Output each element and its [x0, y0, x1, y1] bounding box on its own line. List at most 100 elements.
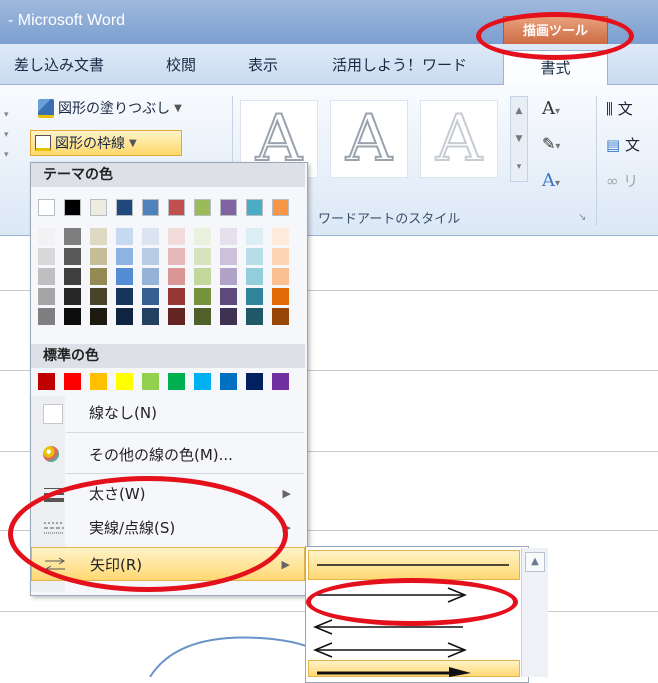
- theme-shade-swatch[interactable]: [142, 228, 159, 245]
- standard-color-swatch[interactable]: [38, 373, 55, 390]
- tab-view[interactable]: 表示: [248, 54, 278, 75]
- theme-shade-swatch[interactable]: [142, 268, 159, 285]
- theme-shade-swatch[interactable]: [194, 228, 211, 245]
- theme-shade-swatch[interactable]: [90, 268, 107, 285]
- theme-shade-swatch[interactable]: [168, 308, 185, 325]
- theme-shade-swatch[interactable]: [64, 308, 81, 325]
- standard-color-swatch[interactable]: [194, 373, 211, 390]
- shape-fill-label: 図形の塗りつぶし: [58, 101, 171, 117]
- standard-color-swatch[interactable]: [246, 373, 263, 390]
- annotation-ellipse-line-options: [8, 476, 288, 592]
- theme-shade-swatch[interactable]: [90, 228, 107, 245]
- theme-shade-swatch[interactable]: [142, 248, 159, 265]
- theme-shade-swatch[interactable]: [64, 248, 81, 265]
- theme-shade-swatch[interactable]: [168, 228, 185, 245]
- theme-shade-swatch[interactable]: [64, 228, 81, 245]
- standard-color-swatch[interactable]: [90, 373, 107, 390]
- theme-color-swatch[interactable]: [168, 199, 185, 216]
- theme-color-swatch[interactable]: [64, 199, 81, 216]
- text-direction-button[interactable]: ⫼ 文: [606, 98, 633, 119]
- theme-shade-swatch[interactable]: [116, 308, 133, 325]
- theme-shade-swatch[interactable]: [194, 308, 211, 325]
- theme-shade-swatch[interactable]: [38, 228, 55, 245]
- theme-shade-swatch[interactable]: [272, 308, 289, 325]
- theme-shade-swatch[interactable]: [246, 308, 263, 325]
- create-link-button[interactable]: ∞ リ: [606, 170, 638, 191]
- theme-shade-swatch[interactable]: [142, 288, 159, 305]
- theme-shade-swatch[interactable]: [90, 308, 107, 325]
- arrow-style-plain-line[interactable]: [308, 550, 520, 580]
- ribbon-group-label: ワードアートのスタイル: [318, 212, 461, 227]
- standard-color-swatch[interactable]: [64, 373, 81, 390]
- paint-bucket-icon: [38, 98, 54, 118]
- theme-shade-swatch[interactable]: [38, 308, 55, 325]
- theme-shade-swatch[interactable]: [64, 288, 81, 305]
- shape-outline-label: 図形の枠線: [55, 136, 125, 152]
- theme-shade-swatch[interactable]: [194, 268, 211, 285]
- wordart-gallery-scroll[interactable]: ▲ ▼ ▾: [510, 96, 528, 182]
- theme-shade-swatch[interactable]: [220, 288, 237, 305]
- standard-color-swatch[interactable]: [116, 373, 133, 390]
- standard-color-swatch[interactable]: [168, 373, 185, 390]
- tab-mailings[interactable]: 差し込み文書: [14, 54, 104, 75]
- theme-shade-swatch[interactable]: [90, 248, 107, 265]
- more-line-colors-item[interactable]: その他の線の色(M)...: [31, 438, 305, 472]
- text-align-button[interactable]: ▤ 文: [606, 134, 640, 155]
- theme-shade-swatch[interactable]: [272, 228, 289, 245]
- theme-color-swatch[interactable]: [272, 199, 289, 216]
- theme-color-swatch[interactable]: [142, 199, 159, 216]
- theme-color-swatch[interactable]: [246, 199, 263, 216]
- theme-color-swatch[interactable]: [220, 199, 237, 216]
- standard-color-swatch[interactable]: [272, 373, 289, 390]
- tab-review[interactable]: 校閲: [166, 54, 196, 75]
- theme-color-swatch[interactable]: [90, 199, 107, 216]
- pencil-icon: [35, 135, 51, 151]
- theme-color-swatch[interactable]: [194, 199, 211, 216]
- dialog-launcher-icon[interactable]: ↘: [578, 212, 586, 223]
- shape-fill-button[interactable]: 図形の塗りつぶし ▼: [38, 98, 182, 118]
- standard-color-swatch[interactable]: [220, 373, 237, 390]
- theme-shade-swatch[interactable]: [168, 268, 185, 285]
- theme-shade-swatch[interactable]: [220, 308, 237, 325]
- theme-shade-swatch[interactable]: [194, 248, 211, 265]
- theme-shade-swatch[interactable]: [246, 288, 263, 305]
- shape-outline-button[interactable]: 図形の枠線 ▼: [30, 130, 182, 156]
- theme-shade-swatch[interactable]: [38, 248, 55, 265]
- wordart-style-2[interactable]: A: [330, 100, 408, 178]
- text-outline-icon[interactable]: ✎▾: [542, 134, 560, 153]
- no-line-item[interactable]: 線なし(N): [31, 396, 305, 430]
- theme-shade-swatch[interactable]: [116, 248, 133, 265]
- theme-shade-swatch[interactable]: [116, 228, 133, 245]
- theme-shade-swatch[interactable]: [38, 268, 55, 285]
- heavy-arrow-icon: [317, 667, 471, 677]
- theme-shade-swatch[interactable]: [272, 268, 289, 285]
- theme-shade-swatch[interactable]: [168, 288, 185, 305]
- theme-shade-swatch[interactable]: [220, 228, 237, 245]
- theme-shade-swatch[interactable]: [272, 248, 289, 265]
- theme-shade-swatch[interactable]: [38, 288, 55, 305]
- arrow-style-heavy-arrow[interactable]: [308, 660, 520, 677]
- scroll-up-icon[interactable]: ▲: [525, 552, 545, 572]
- theme-shade-swatch[interactable]: [116, 288, 133, 305]
- theme-shade-swatch[interactable]: [142, 308, 159, 325]
- wordart-style-3[interactable]: A: [420, 100, 498, 178]
- theme-color-swatch[interactable]: [116, 199, 133, 216]
- more-line-colors-label: その他の線の色(M)...: [89, 446, 233, 464]
- theme-shade-swatch[interactable]: [220, 268, 237, 285]
- theme-shade-swatch[interactable]: [90, 288, 107, 305]
- theme-shade-swatch[interactable]: [194, 288, 211, 305]
- text-fill-a-icon[interactable]: A▾: [542, 98, 560, 119]
- theme-shade-swatch[interactable]: [246, 268, 263, 285]
- tab-katsuyou-word[interactable]: 活用しよう！ワード: [332, 54, 467, 75]
- theme-shade-swatch[interactable]: [272, 288, 289, 305]
- text-effects-icon[interactable]: A▾: [542, 170, 560, 191]
- submenu-scrollbar[interactable]: ▲: [521, 548, 548, 677]
- theme-shade-swatch[interactable]: [246, 228, 263, 245]
- theme-shade-swatch[interactable]: [168, 248, 185, 265]
- theme-shade-swatch[interactable]: [246, 248, 263, 265]
- standard-color-swatch[interactable]: [142, 373, 159, 390]
- theme-shade-swatch[interactable]: [64, 268, 81, 285]
- theme-shade-swatch[interactable]: [116, 268, 133, 285]
- theme-color-swatch[interactable]: [38, 199, 55, 216]
- theme-shade-swatch[interactable]: [220, 248, 237, 265]
